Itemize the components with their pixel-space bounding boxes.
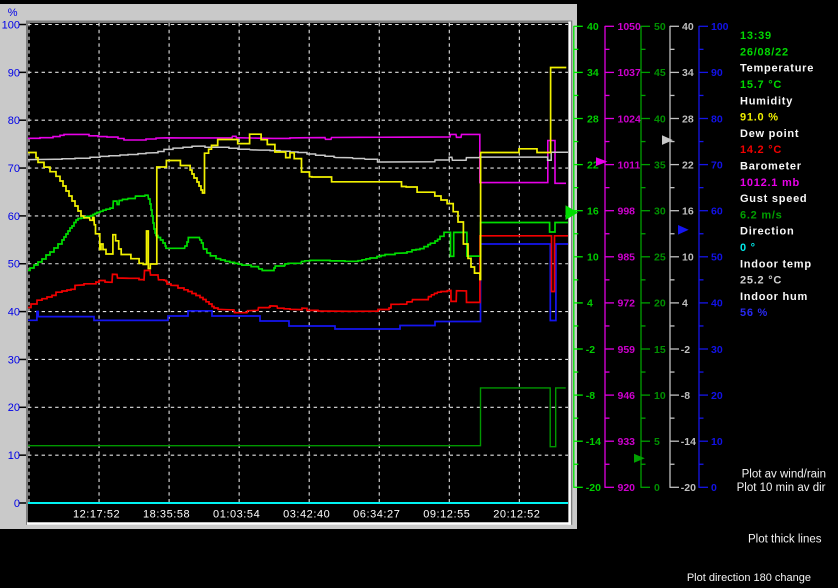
svg-text:13:39: 13:39: [740, 30, 772, 42]
svg-text:-8: -8: [681, 390, 690, 402]
svg-text:12:17:52: 12:17:52: [73, 509, 120, 521]
svg-text:15.7 °C: 15.7 °C: [740, 79, 782, 91]
svg-text:30: 30: [654, 206, 666, 218]
svg-text:Barometer: Barometer: [740, 161, 802, 173]
svg-text:15: 15: [654, 344, 666, 356]
svg-text:90: 90: [711, 67, 723, 79]
svg-text:40: 40: [587, 21, 599, 33]
svg-text:30: 30: [8, 354, 20, 366]
svg-text:-20: -20: [586, 482, 601, 494]
svg-text:Plot direction 180 change: Plot direction 180 change: [687, 572, 811, 584]
svg-text:22: 22: [682, 159, 694, 171]
svg-text:-2: -2: [586, 344, 595, 356]
svg-text:16: 16: [587, 206, 599, 218]
svg-text:0: 0: [654, 482, 660, 494]
svg-text:6.2 m/s: 6.2 m/s: [740, 209, 783, 221]
svg-text:70: 70: [8, 163, 20, 175]
svg-text:18:35:58: 18:35:58: [143, 509, 190, 521]
svg-text:26/08/22: 26/08/22: [740, 46, 789, 58]
svg-text:1012.1 mb: 1012.1 mb: [740, 177, 800, 189]
svg-text:920: 920: [618, 482, 636, 494]
svg-text:50: 50: [8, 259, 20, 271]
svg-text:20: 20: [711, 390, 723, 402]
svg-text:60: 60: [711, 206, 723, 218]
svg-text:-14: -14: [681, 436, 696, 448]
svg-text:946: 946: [618, 390, 636, 402]
svg-text:Dew point: Dew point: [740, 128, 799, 140]
svg-text:10: 10: [711, 436, 723, 448]
svg-text:972: 972: [618, 298, 636, 310]
svg-text:90: 90: [8, 67, 20, 79]
svg-text:Direction: Direction: [740, 226, 794, 238]
svg-text:Plot 10 min av dir: Plot 10 min av dir: [737, 482, 826, 494]
svg-text:959: 959: [618, 344, 636, 356]
svg-text:35: 35: [654, 159, 666, 171]
svg-text:56 %: 56 %: [740, 307, 768, 319]
svg-text:40: 40: [711, 298, 723, 310]
svg-text:0: 0: [711, 482, 717, 494]
svg-text:Temperature: Temperature: [740, 63, 814, 75]
svg-text:40: 40: [682, 21, 694, 33]
svg-text:06:34:27: 06:34:27: [353, 509, 400, 521]
svg-text:60: 60: [8, 211, 20, 223]
svg-text:28: 28: [682, 113, 694, 125]
svg-text:998: 998: [618, 206, 636, 218]
svg-text:0: 0: [14, 498, 20, 510]
svg-text:09:12:55: 09:12:55: [423, 509, 470, 521]
svg-text:-8: -8: [586, 390, 595, 402]
svg-text:34: 34: [587, 67, 599, 79]
svg-text:Humidity: Humidity: [740, 95, 793, 107]
svg-text:10: 10: [8, 450, 20, 462]
svg-text:20:12:52: 20:12:52: [493, 509, 540, 521]
svg-text:45: 45: [654, 67, 666, 79]
svg-text:28: 28: [587, 113, 599, 125]
svg-text:100: 100: [711, 21, 729, 33]
svg-text:40: 40: [8, 307, 20, 319]
svg-text:4: 4: [682, 298, 688, 310]
svg-text:Plot thick lines: Plot thick lines: [748, 533, 822, 545]
svg-text:100: 100: [2, 19, 20, 31]
svg-text:30: 30: [711, 344, 723, 356]
svg-text:25: 25: [654, 252, 666, 264]
svg-text:Gust speed: Gust speed: [740, 193, 807, 205]
svg-text:80: 80: [711, 113, 723, 125]
svg-text:40: 40: [654, 113, 666, 125]
svg-text:1011: 1011: [618, 159, 641, 171]
svg-text:50: 50: [654, 21, 666, 33]
svg-text:10: 10: [682, 252, 694, 264]
svg-text:03:42:40: 03:42:40: [283, 509, 330, 521]
svg-text:1037: 1037: [618, 67, 642, 79]
svg-text:Indoor hum: Indoor hum: [740, 291, 808, 303]
svg-text:1050: 1050: [618, 21, 642, 33]
svg-text:1024: 1024: [618, 113, 642, 125]
svg-text:Plot av wind/rain: Plot av wind/rain: [742, 468, 826, 480]
svg-text:14.2 °C: 14.2 °C: [740, 144, 782, 156]
svg-text:70: 70: [711, 159, 723, 171]
svg-text:10: 10: [587, 252, 599, 264]
svg-text:91.0 %: 91.0 %: [740, 112, 779, 124]
svg-text:5: 5: [654, 436, 660, 448]
svg-text:20: 20: [654, 298, 666, 310]
svg-text:10: 10: [654, 390, 666, 402]
svg-text:%: %: [8, 7, 18, 19]
svg-text:-14: -14: [586, 436, 601, 448]
svg-text:985: 985: [618, 252, 636, 264]
svg-text:34: 34: [682, 67, 694, 79]
svg-text:933: 933: [618, 436, 636, 448]
svg-text:Indoor temp: Indoor temp: [740, 258, 812, 270]
svg-text:4: 4: [587, 298, 593, 310]
svg-text:16: 16: [682, 206, 694, 218]
svg-text:0 °: 0 °: [740, 242, 756, 254]
svg-text:50: 50: [711, 252, 723, 264]
svg-text:-20: -20: [681, 482, 696, 494]
svg-text:01:03:54: 01:03:54: [213, 509, 260, 521]
svg-text:80: 80: [8, 115, 20, 127]
svg-text:20: 20: [8, 402, 20, 414]
svg-text:-2: -2: [681, 344, 690, 356]
svg-text:25.2 °C: 25.2 °C: [740, 275, 782, 287]
